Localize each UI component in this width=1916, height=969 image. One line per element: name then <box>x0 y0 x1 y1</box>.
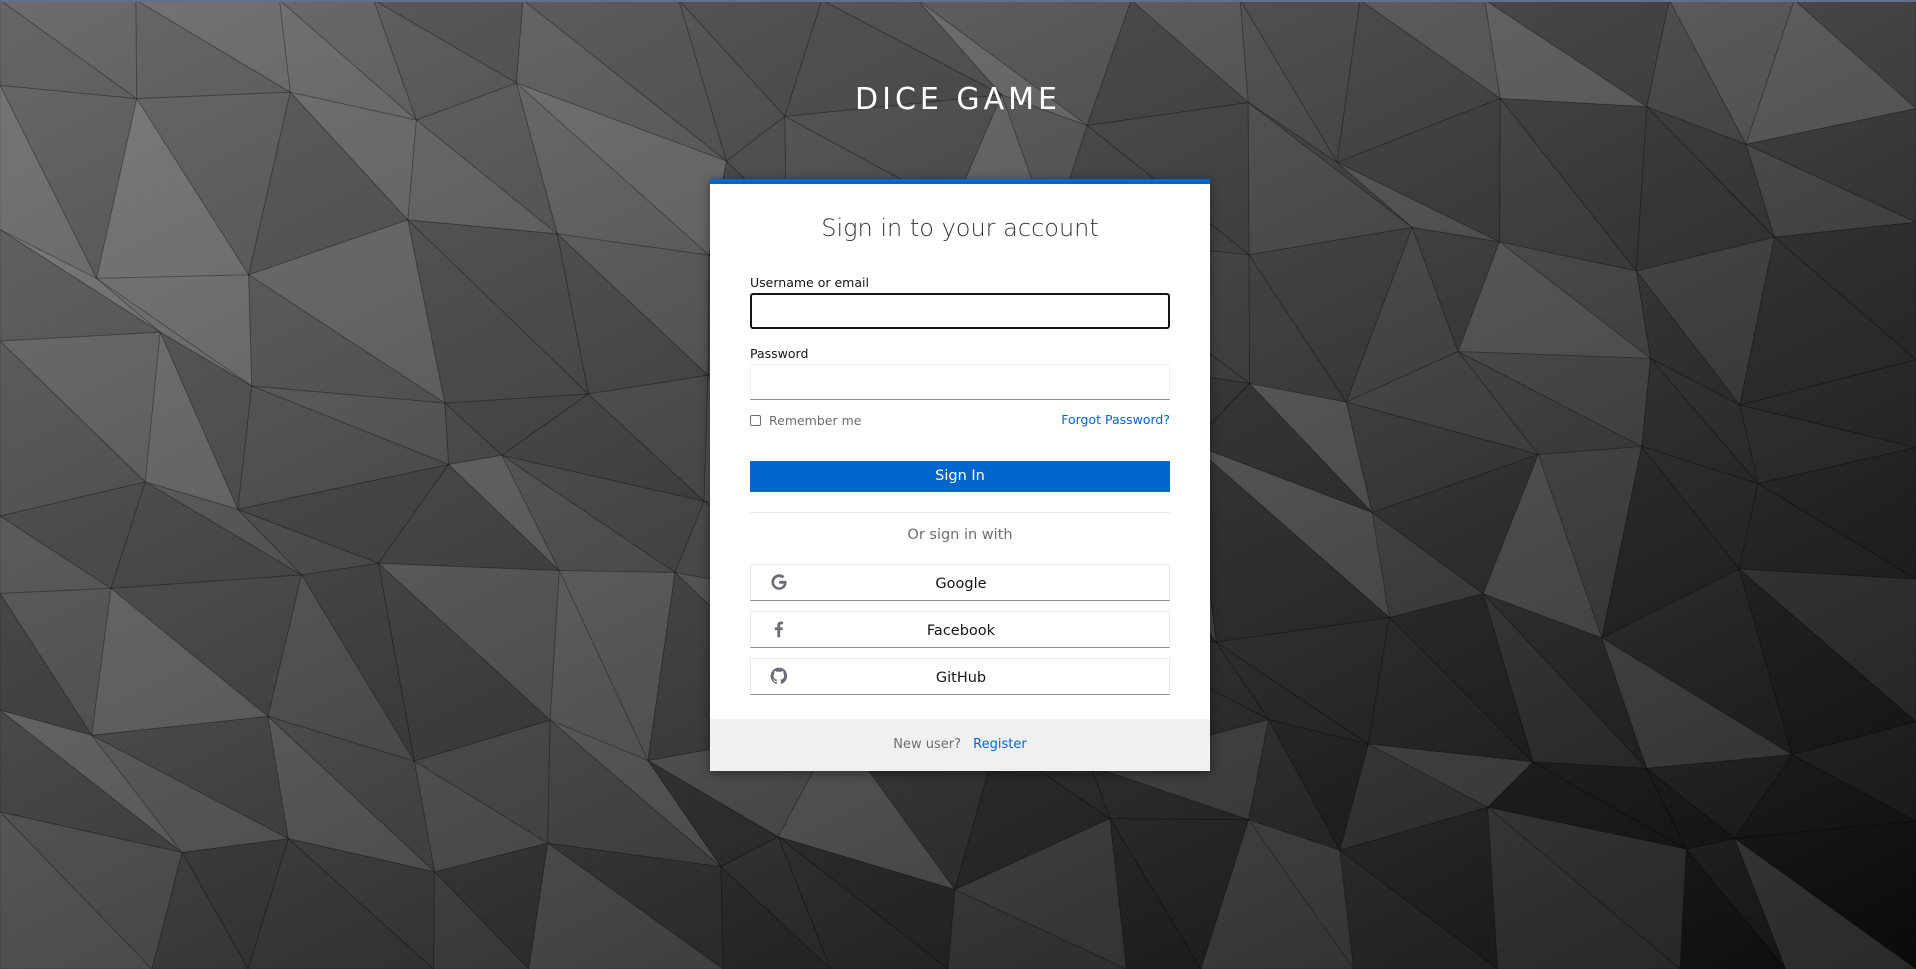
login-card: Sign in to your account Username or emai… <box>710 179 1210 771</box>
forgot-password-link[interactable]: Forgot Password? <box>1061 412 1170 427</box>
realm-title: DICE GAME <box>855 82 1061 117</box>
remember-me[interactable]: Remember me <box>750 413 861 428</box>
facebook-login-button[interactable]: Facebook <box>750 611 1170 648</box>
github-label: GitHub <box>935 670 987 686</box>
new-user-text: New user? <box>893 737 962 752</box>
register-link[interactable]: Register <box>973 737 1027 752</box>
username-input[interactable] <box>750 293 1170 329</box>
remember-me-checkbox[interactable] <box>750 415 761 426</box>
github-login-button[interactable]: GitHub <box>750 658 1170 695</box>
google-label: Google <box>935 576 987 592</box>
login-title: Sign in to your account <box>821 214 1099 242</box>
facebook-label: Facebook <box>926 623 996 639</box>
password-label: Password <box>750 346 809 361</box>
card-footer: New user? Register <box>710 719 1210 771</box>
google-login-button[interactable]: Google <box>750 564 1170 601</box>
divider <box>750 512 1170 513</box>
username-label: Username or email <box>750 275 869 290</box>
or-sign-in-with: Or sign in with <box>907 527 1013 543</box>
sign-in-button[interactable]: Sign In <box>750 461 1170 492</box>
password-input[interactable] <box>750 364 1170 400</box>
remember-me-label: Remember me <box>769 413 862 428</box>
top-accent-line <box>0 0 1916 2</box>
